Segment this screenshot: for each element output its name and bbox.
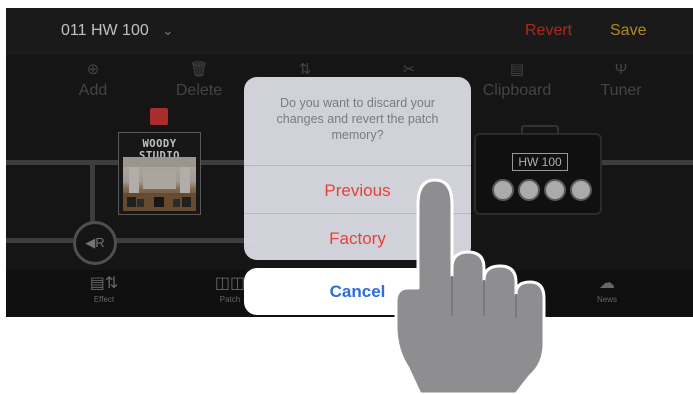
divider — [244, 165, 471, 166]
alert-message: Do you want to discard your changes and … — [276, 96, 439, 142]
pointing-hand-icon — [394, 178, 546, 394]
